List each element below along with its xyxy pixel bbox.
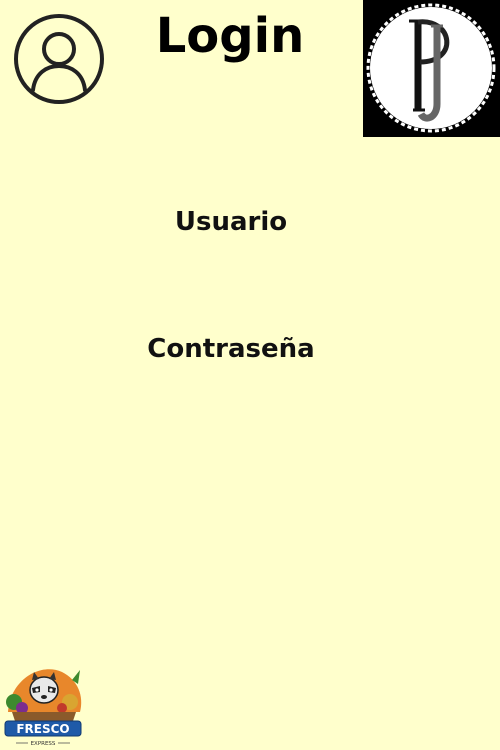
username-input[interactable] — [130, 250, 334, 276]
username-label: Usuario — [174, 207, 288, 237]
pj-monogram-icon — [366, 3, 496, 133]
password-label: Contraseña — [147, 334, 315, 364]
brand-name: FRESCO — [16, 722, 69, 736]
fresco-express-logo: FRESCO EXPRESS — [4, 669, 82, 747]
password-input[interactable] — [130, 377, 334, 403]
brand-tagline: EXPRESS — [31, 741, 56, 747]
pj-logo — [363, 0, 500, 137]
